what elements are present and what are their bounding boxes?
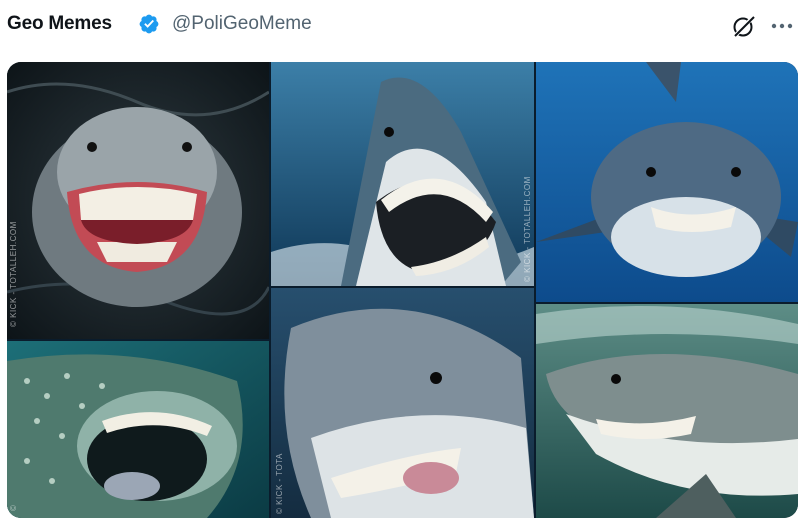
author-name[interactable]: Geo Memes: [7, 13, 112, 35]
watermark-text: ©: [9, 504, 18, 511]
shark-photo-top-middle[interactable]: © KICK - TOTALLEH.COM: [271, 62, 534, 286]
shark-photo-top-left[interactable]: © KICK - TOTALLEH.COM: [7, 62, 269, 339]
watermark-text: © KICK - TOTALLEH.COM: [9, 221, 18, 327]
tweet-media-grid[interactable]: © KICK - TOTALLEH.COM © KICK - TOTALLEH.…: [7, 62, 798, 518]
shark-photo-bottom-right[interactable]: [536, 304, 798, 518]
shark-photo-bottom-middle[interactable]: © KICK - TOTA: [271, 288, 534, 518]
shark-image: [7, 341, 269, 518]
tweet-header: Geo Memes @PoliGeoMeme: [0, 0, 800, 56]
grok-icon[interactable]: [731, 13, 757, 39]
shark-image: [7, 62, 269, 339]
author-handle[interactable]: @PoliGeoMeme: [172, 13, 312, 35]
shark-image: [536, 304, 798, 518]
shark-image: [271, 62, 534, 286]
shark-image: [536, 62, 798, 302]
more-options-icon[interactable]: [769, 14, 795, 38]
shark-image: [271, 288, 534, 518]
verified-badge-icon: [139, 14, 159, 34]
shark-photo-bottom-left[interactable]: ©: [7, 341, 269, 518]
watermark-text: © KICK - TOTALLEH.COM: [523, 176, 532, 282]
shark-photo-top-right[interactable]: [536, 62, 798, 302]
watermark-text: © KICK - TOTA: [275, 453, 284, 514]
